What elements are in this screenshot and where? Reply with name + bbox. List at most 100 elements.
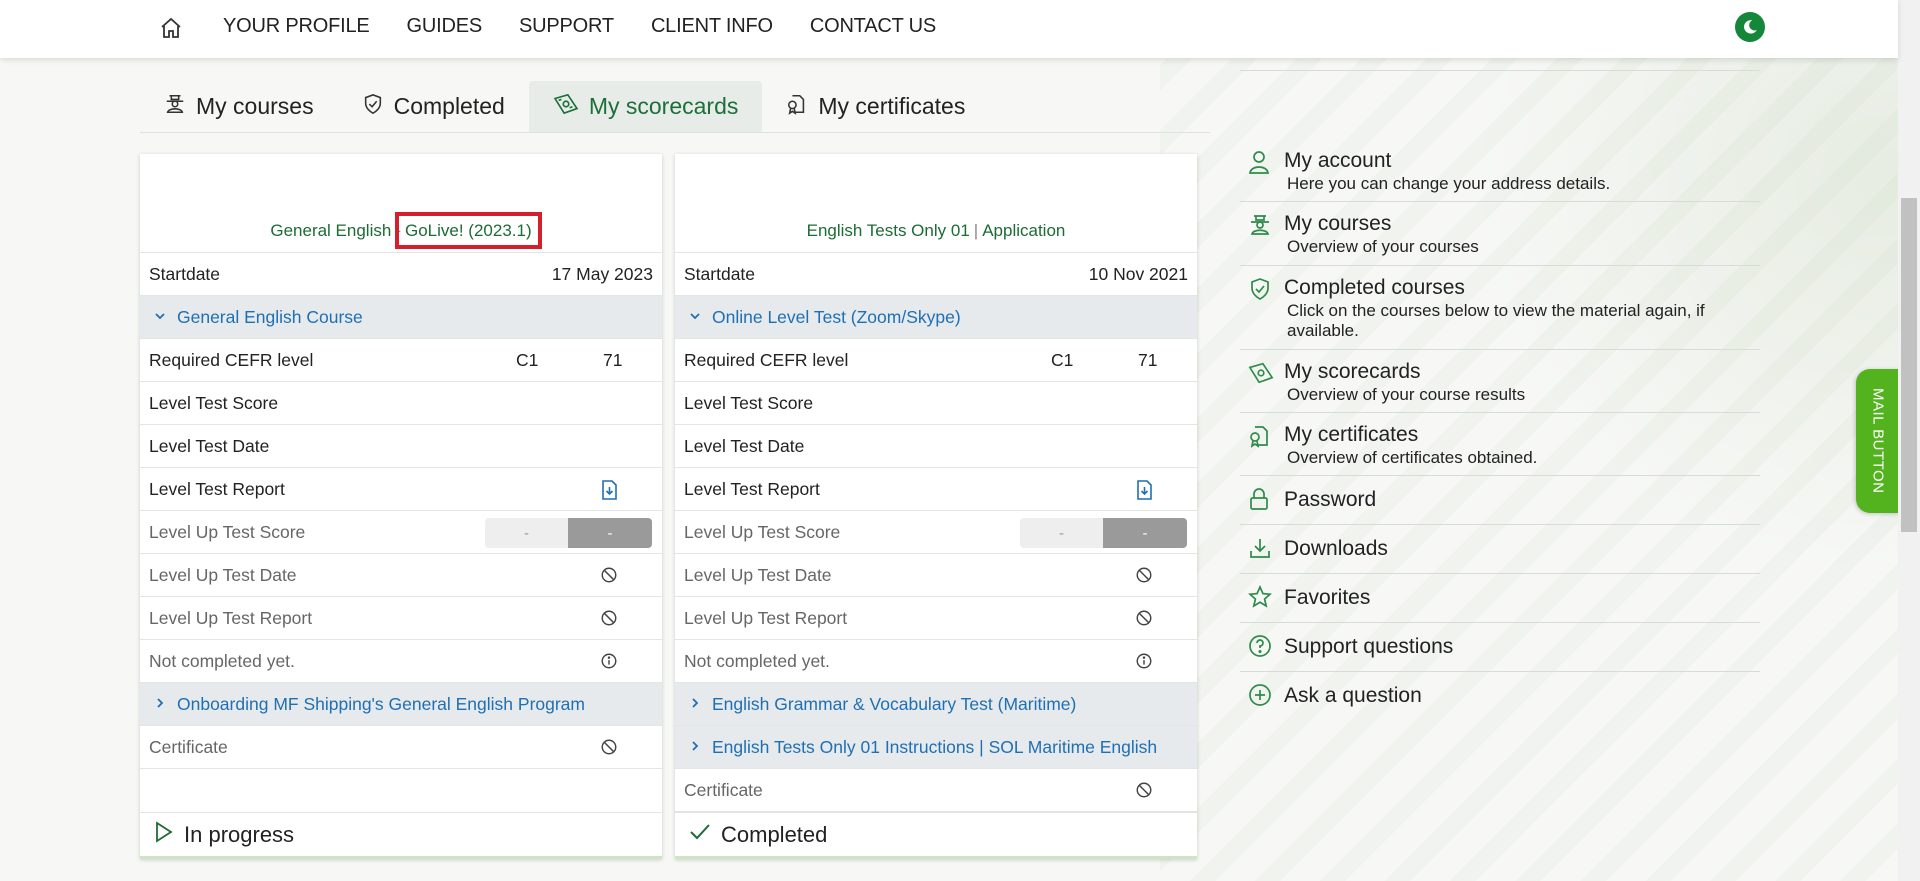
sidebar-item-title: Ask a question: [1284, 684, 1422, 708]
section-label: English Tests Only 01 Instructions | SOL…: [712, 736, 1158, 757]
not-completed-row: Not completed yet.: [675, 640, 1197, 683]
sidebar-item-my-account[interactable]: My account Here you can change your addr…: [1240, 147, 1760, 203]
shield-check-icon: [362, 93, 384, 121]
download-document-icon[interactable]: [600, 480, 620, 500]
row-label: Certificate: [149, 736, 228, 757]
row-label: Startdate: [149, 263, 221, 284]
startdate-row: Startdate 17 May 2023: [140, 253, 662, 296]
nav-guides[interactable]: GUIDES: [407, 15, 483, 38]
section-label: Onboarding MF Shipping's General English…: [177, 693, 585, 714]
nav-client-info[interactable]: CLIENT INFO: [651, 15, 773, 38]
card-bottom-line: [675, 856, 1197, 859]
card-rows: Startdate 17 May 2023 General English Co…: [140, 253, 662, 769]
sidebar-item-completed-courses[interactable]: Completed courses Click on the courses b…: [1240, 266, 1760, 350]
home-icon[interactable]: [157, 14, 185, 42]
nav-support[interactable]: SUPPORT: [519, 15, 614, 38]
cefr-level: C1: [1051, 349, 1074, 370]
tab-my-certificates[interactable]: My certificates: [762, 81, 989, 132]
play-icon: [154, 820, 174, 849]
section-row-instructions[interactable]: English Tests Only 01 Instructions | SOL…: [675, 726, 1197, 769]
cefr-row: Required CEFR level C1 71: [675, 339, 1197, 382]
certificate-icon: [1248, 424, 1272, 448]
cefr-row: Required CEFR level C1 71: [140, 339, 662, 382]
tab-bar: My courses Completed My scorecards My ce…: [140, 81, 1210, 133]
section-row-grammar-vocab[interactable]: English Grammar & Vocabulary Test (Marit…: [675, 683, 1197, 726]
unavailable-icon: [600, 738, 620, 758]
mail-button-label: MAIL BUTTON: [1869, 388, 1887, 494]
sidebar-item-my-certificates[interactable]: My certificates Overview of certificates…: [1240, 413, 1760, 477]
row-label: Level Test Date: [149, 435, 270, 456]
score-box: -: [1020, 518, 1103, 548]
sidebar-item-my-scorecards[interactable]: My scorecards Overview of your course re…: [1240, 350, 1760, 413]
courses-icon: [164, 93, 186, 121]
level-test-score-row: Level Test Score: [140, 382, 662, 425]
scrollbar-thumb[interactable]: [1901, 198, 1917, 532]
info-icon[interactable]: [1135, 652, 1155, 672]
chevron-right-icon: [684, 696, 706, 713]
row-label: Required CEFR level: [684, 349, 849, 370]
highlight-box: [395, 212, 542, 249]
sidebar-item-title: My scorecards: [1284, 359, 1421, 383]
plus-circle-icon: [1248, 683, 1272, 707]
startdate-row: Startdate 10 Nov 2021: [675, 253, 1197, 296]
sidebar-item-my-courses[interactable]: My courses Overview of your courses: [1240, 202, 1760, 266]
row-label: Not completed yet.: [684, 650, 830, 671]
sidebar-item-ask-question[interactable]: Ask a question: [1240, 672, 1760, 715]
account-sidebar: My account Here you can change your addr…: [1240, 70, 1760, 715]
sidebar-item-title: Completed courses: [1284, 275, 1465, 299]
section-label: English Grammar & Vocabulary Test (Marit…: [712, 693, 1077, 714]
row-label: Not completed yet.: [149, 650, 295, 671]
download-document-icon[interactable]: [1135, 480, 1155, 500]
tab-label: My courses: [196, 93, 314, 119]
chevron-down-icon: [149, 309, 171, 326]
status-label: In progress: [184, 821, 295, 847]
sidebar-item-favorites[interactable]: Favorites: [1240, 574, 1760, 624]
card-course-name: General English: [270, 221, 392, 240]
nav-contact-us[interactable]: CONTACT US: [810, 15, 936, 38]
section-row-online-level-test[interactable]: Online Level Test (Zoom/Skype): [675, 296, 1197, 339]
moon-icon[interactable]: [1735, 12, 1765, 42]
certificate-row: Certificate: [675, 769, 1197, 812]
sidebar-item-downloads[interactable]: Downloads: [1240, 525, 1760, 575]
cefr-score: 71: [1138, 349, 1158, 370]
card-bottom-line: [140, 856, 662, 859]
level-up-score-row: Level Up Test Score - -: [675, 511, 1197, 554]
certificate-icon: [786, 93, 808, 121]
nav-your-profile[interactable]: YOUR PROFILE: [223, 15, 370, 38]
score-box: -: [485, 518, 568, 548]
tab-label: My scorecards: [588, 93, 739, 119]
section-label: Online Level Test (Zoom/Skype): [712, 306, 961, 327]
level-up-date-row: Level Up Test Date: [675, 554, 1197, 597]
sidebar-item-support-questions[interactable]: Support questions: [1240, 623, 1760, 673]
question-icon: [1248, 634, 1272, 658]
sidebar-item-title: My courses: [1284, 212, 1392, 236]
sidebar-item-desc: Overview of your course results: [1287, 384, 1526, 404]
unavailable-icon: [1135, 566, 1155, 586]
download-icon: [1248, 536, 1272, 560]
row-label: Level Up Test Report: [149, 607, 313, 628]
card-edition-name: GoLive! (2023.1): [395, 212, 542, 249]
section-row-general-english-course[interactable]: General English Course: [140, 296, 662, 339]
scorecard-icon: [1248, 361, 1274, 385]
chevron-right-icon: [684, 739, 706, 756]
tab-my-scorecards[interactable]: My scorecards: [528, 81, 763, 132]
sidebar-item-password[interactable]: Password: [1240, 476, 1760, 526]
unavailable-icon: [600, 609, 620, 629]
card-course-name: English Tests Only 01: [806, 221, 970, 240]
section-row-onboarding[interactable]: Onboarding MF Shipping's General English…: [140, 683, 662, 726]
section-label: General English Course: [177, 306, 363, 327]
mail-button[interactable]: MAIL BUTTON: [1856, 369, 1900, 513]
sidebar-item-title: Support questions: [1284, 635, 1454, 659]
page-scrollbar[interactable]: [1898, 0, 1920, 881]
card-title: English Tests Only 01 | Application: [675, 154, 1197, 253]
cefr-level: C1: [516, 349, 539, 370]
course-status: Completed: [675, 812, 1197, 856]
unavailable-icon: [1135, 609, 1155, 629]
level-test-score-row: Level Test Score: [675, 382, 1197, 425]
tab-my-courses[interactable]: My courses: [140, 81, 338, 132]
scorecard-icon: [553, 93, 579, 121]
row-label: Level Up Test Date: [149, 564, 297, 585]
tab-completed[interactable]: Completed: [338, 81, 529, 132]
info-icon[interactable]: [600, 652, 620, 672]
